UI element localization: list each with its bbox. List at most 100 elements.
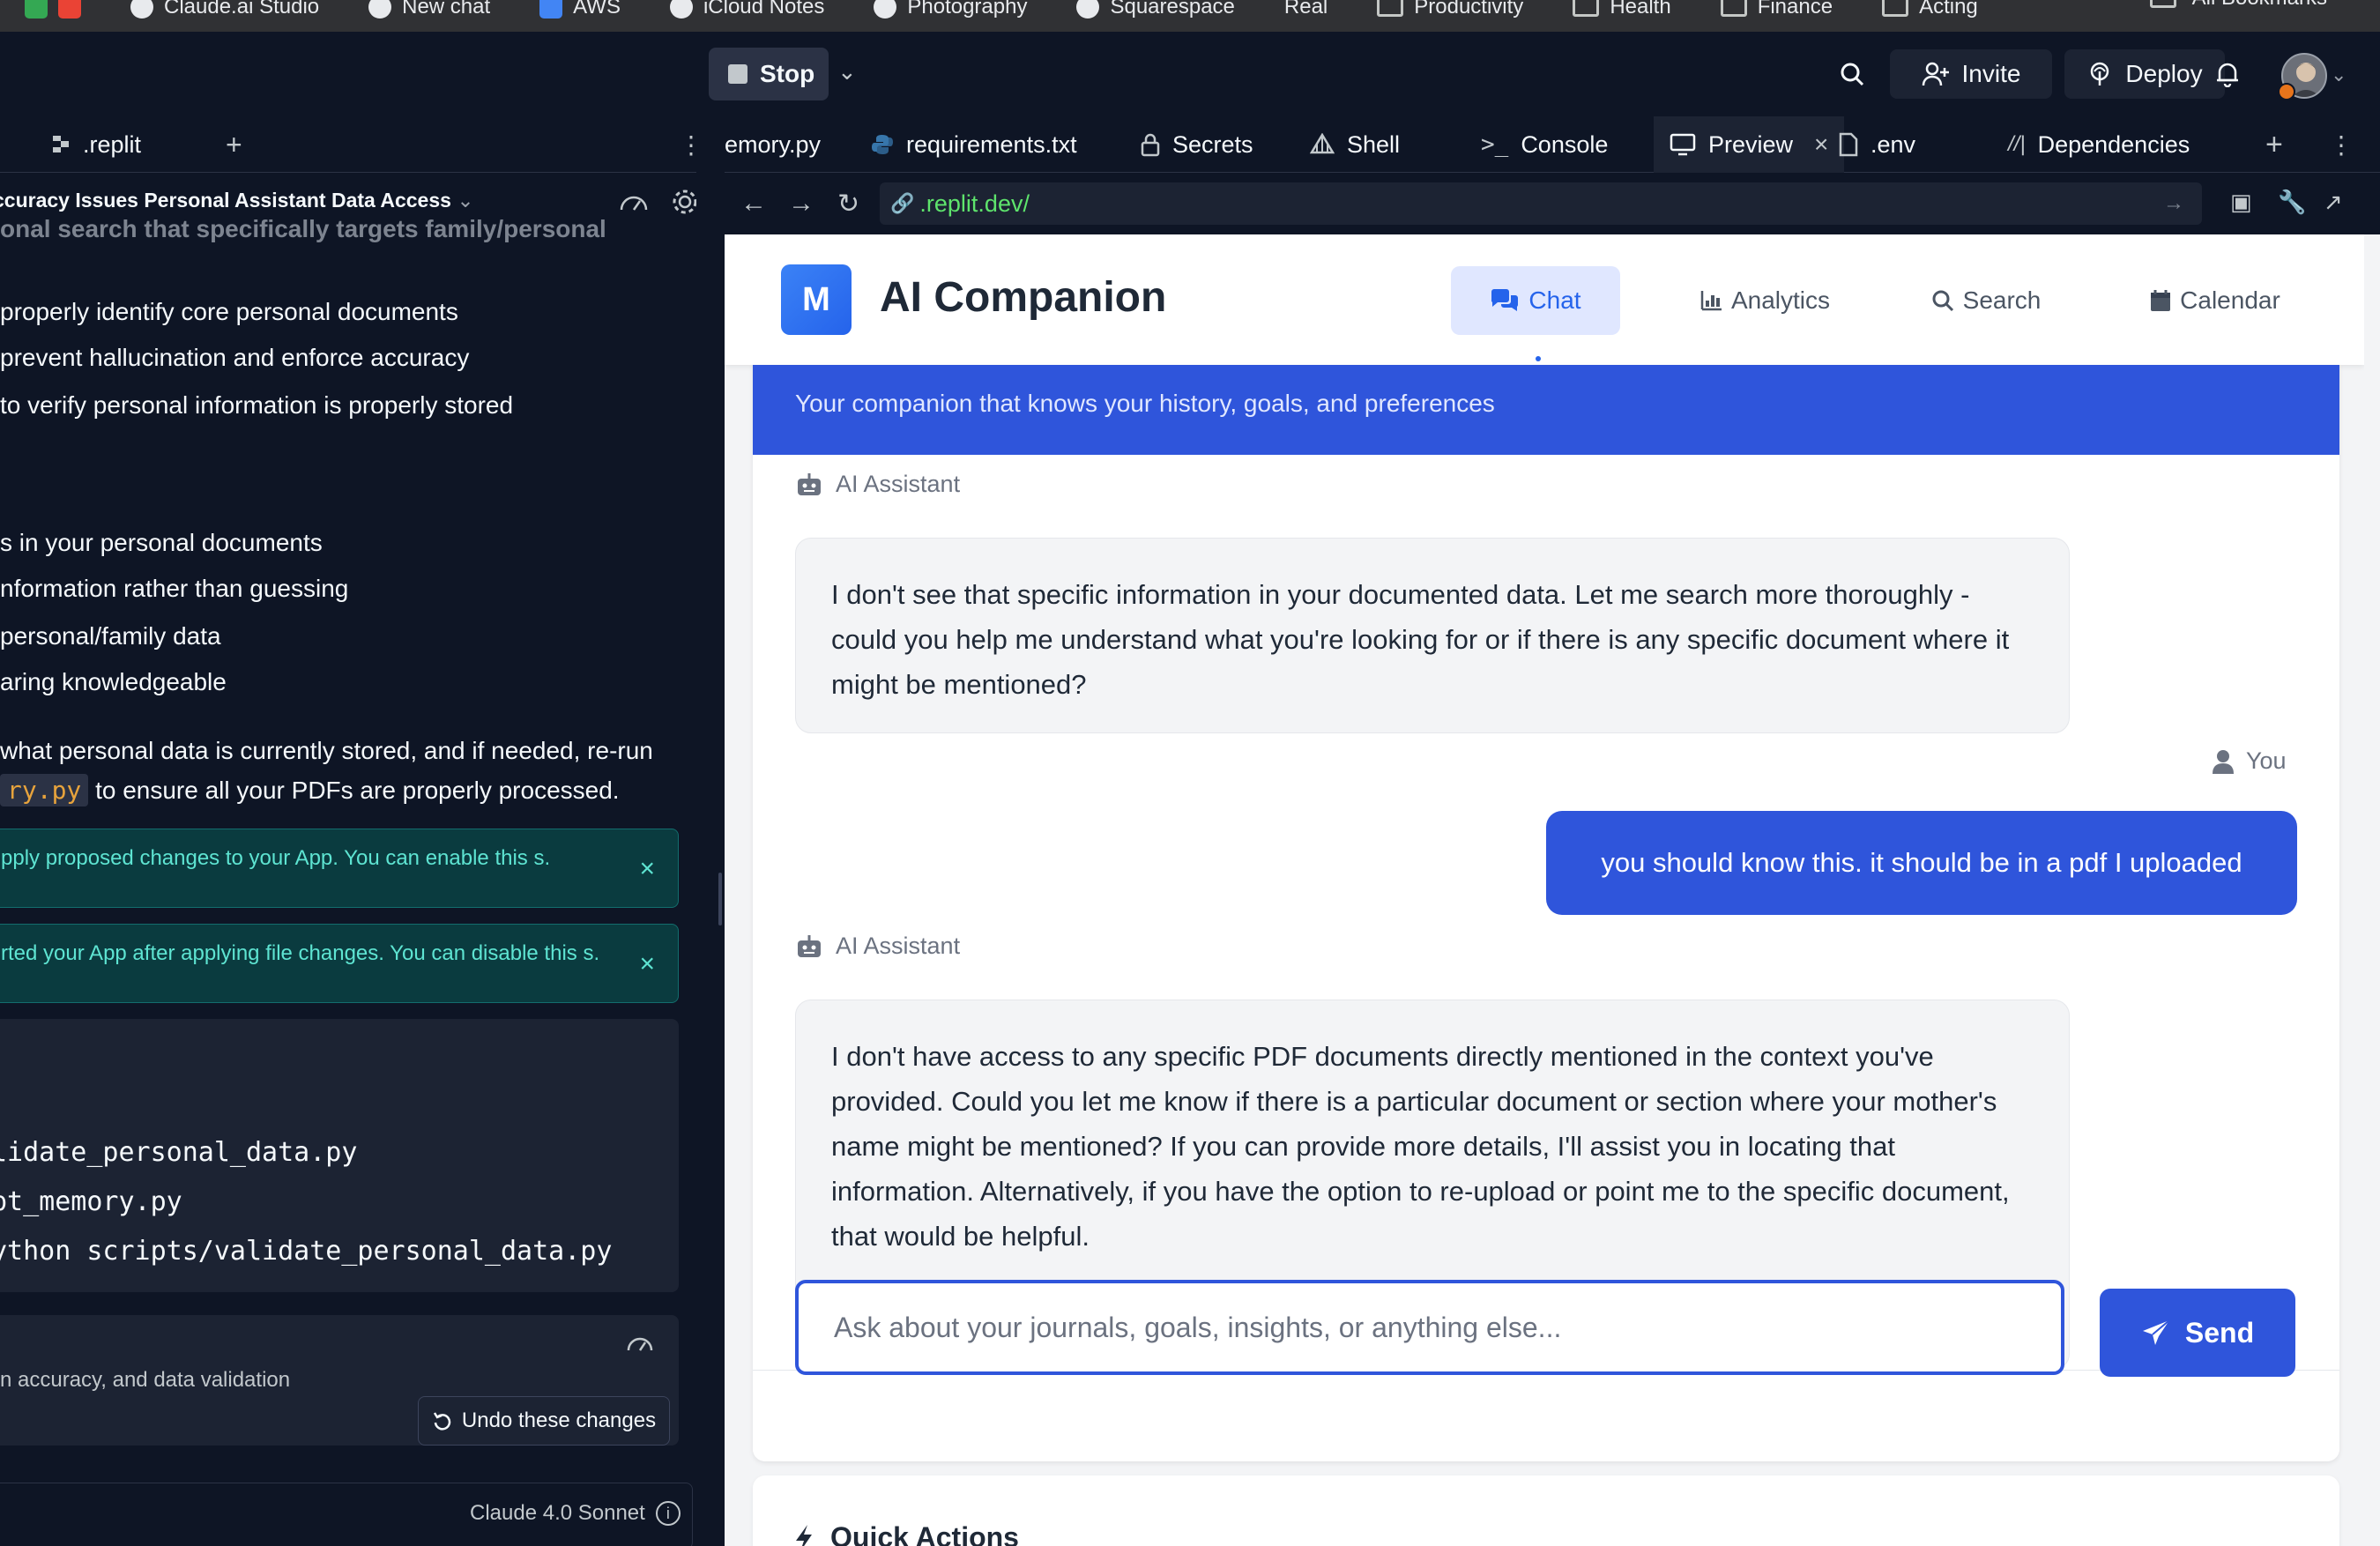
speedometer-icon[interactable]: [619, 189, 649, 219]
user-sender: You: [2213, 747, 2287, 775]
app-title: AI Companion: [880, 274, 1167, 321]
banner-subtitle: Your companion that knows your history, …: [795, 390, 1495, 417]
assistant-sender: AI Assistant: [795, 471, 960, 498]
bookmark-item[interactable]: Squarespace: [1052, 0, 1259, 23]
user-message: you should know this. it should be in a …: [1546, 811, 2297, 915]
devtools-icon[interactable]: 🔧: [2278, 189, 2306, 216]
stop-button[interactable]: Stop: [709, 48, 829, 100]
forward-arrow-icon[interactable]: →: [788, 189, 814, 219]
bookmark-item[interactable]: [0, 0, 106, 23]
close-icon[interactable]: ×: [639, 948, 655, 981]
bookmark-label: Real: [1283, 0, 1328, 19]
nav-analytics[interactable]: Analytics: [1671, 266, 1858, 335]
tab-label: emory.py: [725, 130, 822, 158]
folder-icon: [1882, 0, 1909, 17]
add-tab-button[interactable]: +: [2265, 116, 2283, 173]
devices-icon[interactable]: ▣: [2230, 189, 2252, 216]
tab-replit[interactable]: .replit: [51, 116, 141, 173]
bookmark-folder[interactable]: Finance: [1696, 0, 1857, 23]
send-button[interactable]: Send: [2100, 1289, 2295, 1377]
bookmark-item[interactable]: Claude.ai Studio: [106, 0, 344, 23]
tab-label: requirements.txt: [906, 130, 1077, 158]
message-line: prevent hallucination and enforce accura…: [0, 344, 470, 371]
close-icon[interactable]: ×: [1814, 130, 1828, 159]
tab-dependencies[interactable]: //| Dependencies: [2008, 116, 2190, 173]
message-line: properly identify core personal document…: [0, 298, 458, 325]
message-line: aring knowledgeable: [0, 668, 227, 695]
bookmark-item[interactable]: Real: [1260, 0, 1352, 23]
robot-icon: [798, 472, 821, 495]
go-arrow-icon[interactable]: →: [2163, 191, 2184, 216]
back-arrow-icon[interactable]: ←: [740, 189, 767, 219]
tab-console[interactable]: >_ Console: [1481, 116, 1608, 173]
chat-input[interactable]: [795, 1280, 2064, 1375]
chart-icon: [1700, 291, 1722, 311]
bookmark-folder[interactable]: Productivity: [1352, 0, 1548, 23]
terminal-icon: >_: [1481, 131, 1509, 158]
undo-button[interactable]: Undo these changes: [418, 1396, 670, 1446]
model-selector[interactable]: Claude 4.0 Sonnet i: [470, 1501, 681, 1526]
workspace-topbar: Stop ⌄ Invite Deploy ⌄: [0, 32, 2380, 116]
tab-preview[interactable]: Preview ×: [1654, 116, 1845, 173]
bookmark-folder[interactable]: Health: [1548, 0, 1695, 23]
folder-icon: [1573, 0, 1600, 17]
add-tab-button[interactable]: +: [226, 116, 242, 173]
send-label: Send: [2184, 1316, 2255, 1349]
invite-button[interactable]: Invite: [1890, 49, 2052, 99]
chevron-down-icon[interactable]: ⌄: [2331, 63, 2347, 86]
sender-label: AI Assistant: [836, 471, 961, 497]
info-notice: pply proposed changes to your App. You c…: [0, 829, 679, 908]
bookmark-item[interactable]: Photography: [849, 0, 1052, 23]
tab-secrets[interactable]: Secrets: [1141, 116, 1253, 173]
model-selector-bar: Claude 4.0 Sonnet i: [0, 1483, 693, 1546]
pane-resize-handle[interactable]: [718, 873, 722, 925]
tab-label: Shell: [1347, 130, 1401, 158]
bookmark-item[interactable]: AWS: [515, 0, 645, 23]
search-button[interactable]: [1830, 49, 1874, 99]
bookmark-item[interactable]: New chat: [344, 0, 515, 23]
bookmark-icon: [368, 0, 392, 19]
notifications-button[interactable]: [2205, 49, 2250, 99]
gear-icon[interactable]: [670, 187, 696, 221]
url-field[interactable]: 🔗 .replit.dev/ →: [880, 182, 2202, 225]
nav-chat[interactable]: Chat: [1451, 266, 1620, 335]
bookmark-folder[interactable]: Acting: [1857, 0, 2003, 23]
all-bookmarks-label: All Bookmarks: [2192, 0, 2327, 11]
more-options-icon[interactable]: ⋮: [2329, 116, 2354, 173]
sender-label: AI Assistant: [836, 933, 961, 959]
tab-requirements[interactable]: requirements.txt: [871, 116, 1077, 173]
close-icon[interactable]: ×: [639, 852, 655, 886]
bookmark-label: Productivity: [1414, 0, 1524, 19]
folder-icon: [1377, 0, 1404, 17]
all-bookmarks[interactable]: All Bookmarks: [2149, 0, 2327, 14]
message-text: you should know this. it should be in a …: [1601, 847, 2242, 878]
message-line: what personal data is currently stored, …: [0, 737, 653, 764]
bookmark-icon: [1076, 0, 1100, 19]
tab-memory-py[interactable]: emory.py: [725, 116, 821, 173]
tab-env[interactable]: .env: [1839, 116, 1915, 173]
code-line: pt_memory.py: [0, 1186, 182, 1217]
more-options-icon[interactable]: ⋮: [679, 116, 696, 173]
info-icon[interactable]: i: [655, 1501, 681, 1526]
tab-label: Console: [1521, 130, 1609, 158]
nav-search[interactable]: Search: [1902, 266, 2070, 335]
checkpoint-summary: n accuracy, and data validation: [0, 1368, 291, 1392]
app-header: M AI Companion Chat Analytics Search Cal…: [725, 234, 2364, 365]
reload-icon[interactable]: ↻: [837, 189, 859, 219]
open-external-icon[interactable]: ↗: [2324, 189, 2343, 216]
bookmark-item[interactable]: iCloud Notes: [645, 0, 849, 23]
chevron-down-icon: ⌄: [457, 189, 474, 212]
bookmark-label: New chat: [402, 0, 491, 19]
thread-title[interactable]: ccuracy Issues Personal Assistant Data A…: [0, 189, 474, 212]
chevron-down-icon[interactable]: ⌄: [837, 58, 857, 85]
message-text: I don't see that specific information in…: [831, 579, 2010, 700]
scrollbar[interactable]: [2364, 234, 2380, 1546]
thread-title-text: ccuracy Issues Personal Assistant Data A…: [0, 189, 451, 212]
deploy-button[interactable]: Deploy: [2064, 49, 2225, 99]
bookmark-label: AWS: [573, 0, 621, 19]
lightning-icon: [796, 1524, 812, 1546]
nav-calendar[interactable]: Calendar: [2123, 266, 2308, 335]
nav-label: Analytics: [1730, 286, 1831, 314]
tab-shell[interactable]: Shell: [1310, 116, 1400, 173]
message-text: I don't have access to any specific PDF …: [831, 1041, 2010, 1252]
